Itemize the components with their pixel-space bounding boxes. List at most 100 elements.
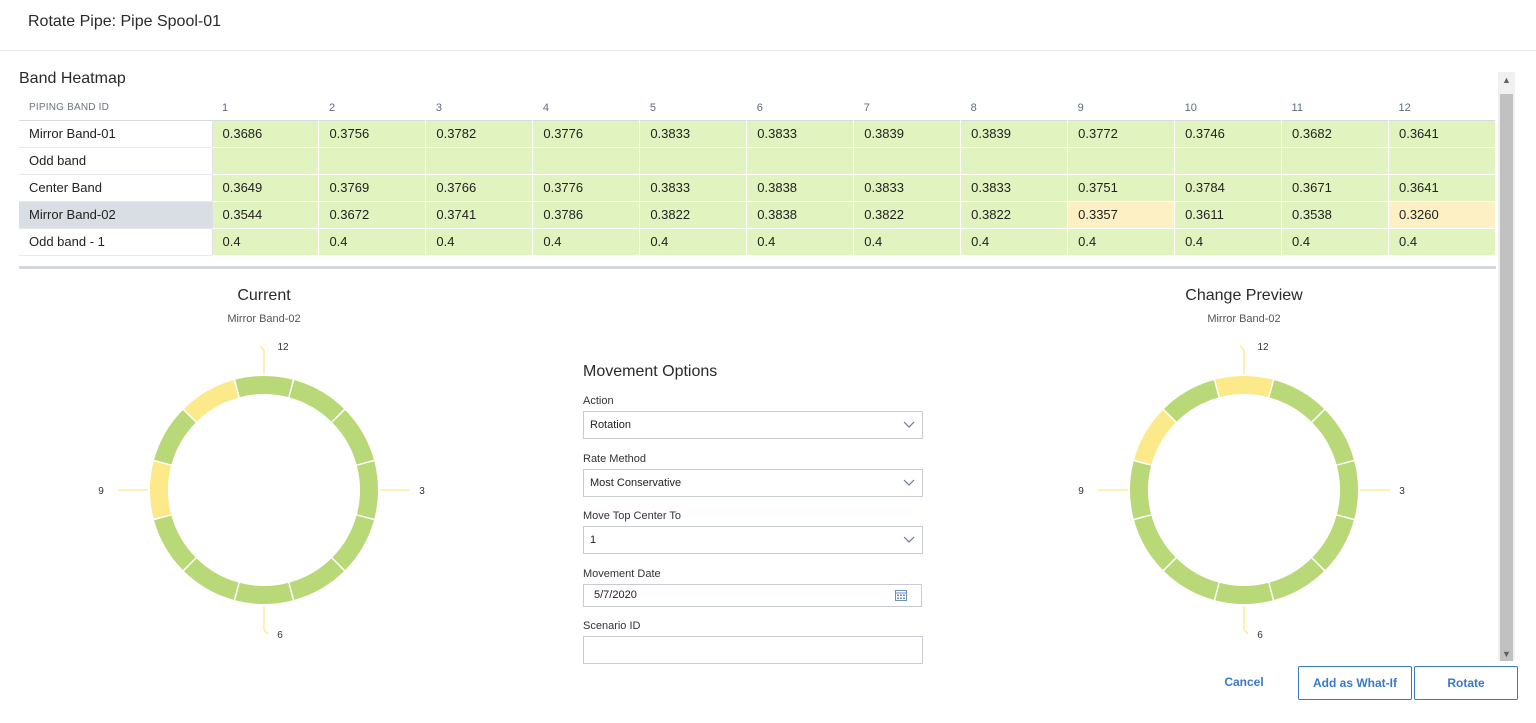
rate-method-value: Most Conservative [590, 477, 682, 489]
heatmap-cell: 0.3649 [212, 174, 320, 202]
band-segment [235, 376, 293, 398]
clock-leader-line [263, 606, 269, 635]
band-id-cell[interactable]: Center Band [19, 174, 213, 202]
band-segment [154, 409, 196, 465]
dialog-header: Rotate Pipe: Pipe Spool-01 [0, 0, 1536, 51]
heatmap-header-row: PIPING BAND ID 1 2 3 4 5 6 7 8 9 10 11 12 [19, 96, 1496, 120]
heatmap-cell: 0.3784 [1174, 174, 1283, 202]
band-segment [154, 515, 196, 571]
heatmap-cell: 0.3686 [212, 120, 320, 148]
band-segment [289, 380, 345, 422]
clock-position-label: 3 [1399, 486, 1405, 497]
band-segment [1134, 409, 1176, 465]
vertical-scrollbar[interactable]: ▲ ▼ [1498, 72, 1515, 663]
band-segment [1163, 380, 1219, 422]
table-row[interactable]: Odd band [19, 147, 1497, 175]
preview-chart-title: Change Preview [1185, 287, 1303, 304]
action-label: Action [583, 395, 614, 407]
band-segment [1312, 515, 1354, 571]
band-id-cell[interactable]: Odd band - 1 [19, 228, 213, 256]
band-segment [1215, 376, 1273, 398]
band-id-cell[interactable]: Mirror Band-02 [19, 201, 213, 229]
heatmap-cell: 0.3822 [853, 201, 962, 229]
heatmap-cell: 0.3772 [1067, 120, 1176, 148]
rotate-button[interactable]: Rotate [1414, 666, 1518, 700]
chevron-down-icon [903, 536, 915, 543]
column-header-10: 10 [1184, 101, 1197, 114]
heatmap-cell: 0.3833 [746, 120, 855, 148]
heatmap-cell: 0.3786 [532, 201, 641, 229]
heatmap-cell: 0.3839 [853, 120, 962, 148]
heatmap-cell: 0.3769 [318, 174, 427, 202]
band-id-cell[interactable]: Mirror Band-01 [19, 120, 213, 148]
clock-position-label: 6 [277, 630, 283, 641]
column-header-5: 5 [649, 101, 656, 114]
heatmap-cell: 0.3833 [639, 120, 748, 148]
action-select[interactable]: Rotation [583, 411, 923, 439]
movement-date-input[interactable]: 5/7/2020 [583, 584, 922, 607]
heatmap-cell: 0.3538 [1281, 201, 1389, 229]
band-segment [332, 409, 374, 465]
band-segment [1269, 558, 1325, 600]
current-chart-title: Current [237, 287, 291, 304]
band-id-cell[interactable]: Odd band [19, 147, 213, 175]
column-header-2: 2 [328, 101, 336, 114]
band-segment [1130, 461, 1152, 519]
band-segment [1269, 380, 1325, 422]
heatmap-cell: 0.3746 [1174, 120, 1283, 148]
clock-position-label: 3 [419, 486, 425, 497]
heatmap-cell [532, 147, 641, 175]
column-header-6: 6 [756, 101, 763, 114]
heatmap-cell: 0.4 [960, 228, 1069, 256]
current-chart-subtitle: Mirror Band-02 [227, 313, 301, 325]
scroll-thumb[interactable] [1500, 94, 1513, 661]
heatmap-cell: 0.3782 [425, 120, 534, 148]
cancel-button[interactable]: Cancel [1204, 666, 1284, 700]
heatmap-cell: 0.3822 [960, 201, 1069, 229]
table-row[interactable]: Odd band - 1 0.4 0.4 0.4 0.4 0.4 0.4 0.4 0.4 0.4 0… [19, 228, 1497, 256]
move-top-center-select[interactable]: 1 [583, 526, 923, 554]
heatmap-cell: 0.4 [1067, 228, 1176, 256]
band-segment [356, 461, 378, 519]
heatmap-cell: 0.3838 [746, 174, 855, 202]
heatmap-cell [425, 147, 534, 175]
heatmap-cell: 0.4 [425, 228, 534, 256]
band-segment [150, 461, 172, 519]
heatmap-cell: 0.3751 [1067, 174, 1176, 202]
band-segment [183, 558, 239, 600]
heatmap-cell [212, 147, 320, 175]
calendar-icon[interactable] [895, 589, 907, 601]
table-row[interactable]: Center Band 0.3649 0.3769 0.3766 0.3776 0.383… [19, 174, 1497, 202]
add-as-what-if-button[interactable]: Add as What-If [1298, 666, 1412, 700]
scroll-up-icon[interactable]: ▲ [1498, 72, 1515, 89]
rate-method-label: Rate Method [583, 453, 646, 465]
heatmap-cell [960, 147, 1069, 175]
heatmap-cell: 0.4 [318, 228, 427, 256]
column-header-7: 7 [863, 101, 870, 114]
move-top-center-value: 1 [590, 534, 597, 546]
heatmap-title: Band Heatmap [19, 70, 126, 87]
scroll-down-icon[interactable]: ▼ [1498, 646, 1515, 663]
heatmap-cell: 0.3544 [212, 201, 320, 229]
heatmap-cell: 0.4 [532, 228, 641, 256]
heatmap-cell [639, 147, 748, 175]
heatmap-cell [318, 147, 427, 175]
clock-position-label: 6 [1257, 630, 1263, 641]
heatmap-cell: 0.4 [746, 228, 855, 256]
column-header-1: 1 [222, 101, 229, 114]
heatmap-cell [1388, 147, 1497, 175]
scenario-id-input[interactable] [583, 636, 923, 664]
clock-leader-line [1239, 345, 1245, 374]
rate-method-select[interactable]: Most Conservative [583, 469, 923, 497]
table-row[interactable]: Mirror Band-02 0.3544 0.3672 0.3741 0.3786 0.… [19, 201, 1497, 229]
heatmap-cell: 0.4 [1388, 228, 1497, 256]
column-header-4: 4 [542, 101, 549, 114]
heatmap-cell: 0.3741 [425, 201, 534, 229]
preview-chart-subtitle: Mirror Band-02 [1207, 313, 1281, 325]
column-header-3: 3 [435, 101, 443, 114]
column-header-band-id: PIPING BAND ID [29, 102, 110, 114]
heatmap-cell: 0.3357 [1067, 201, 1176, 229]
table-row[interactable]: Mirror Band-01 0.3686 0.3756 0.3782 0.3776 0.… [19, 120, 1497, 148]
column-header-9: 9 [1077, 101, 1084, 114]
heatmap-cell [1067, 147, 1176, 175]
